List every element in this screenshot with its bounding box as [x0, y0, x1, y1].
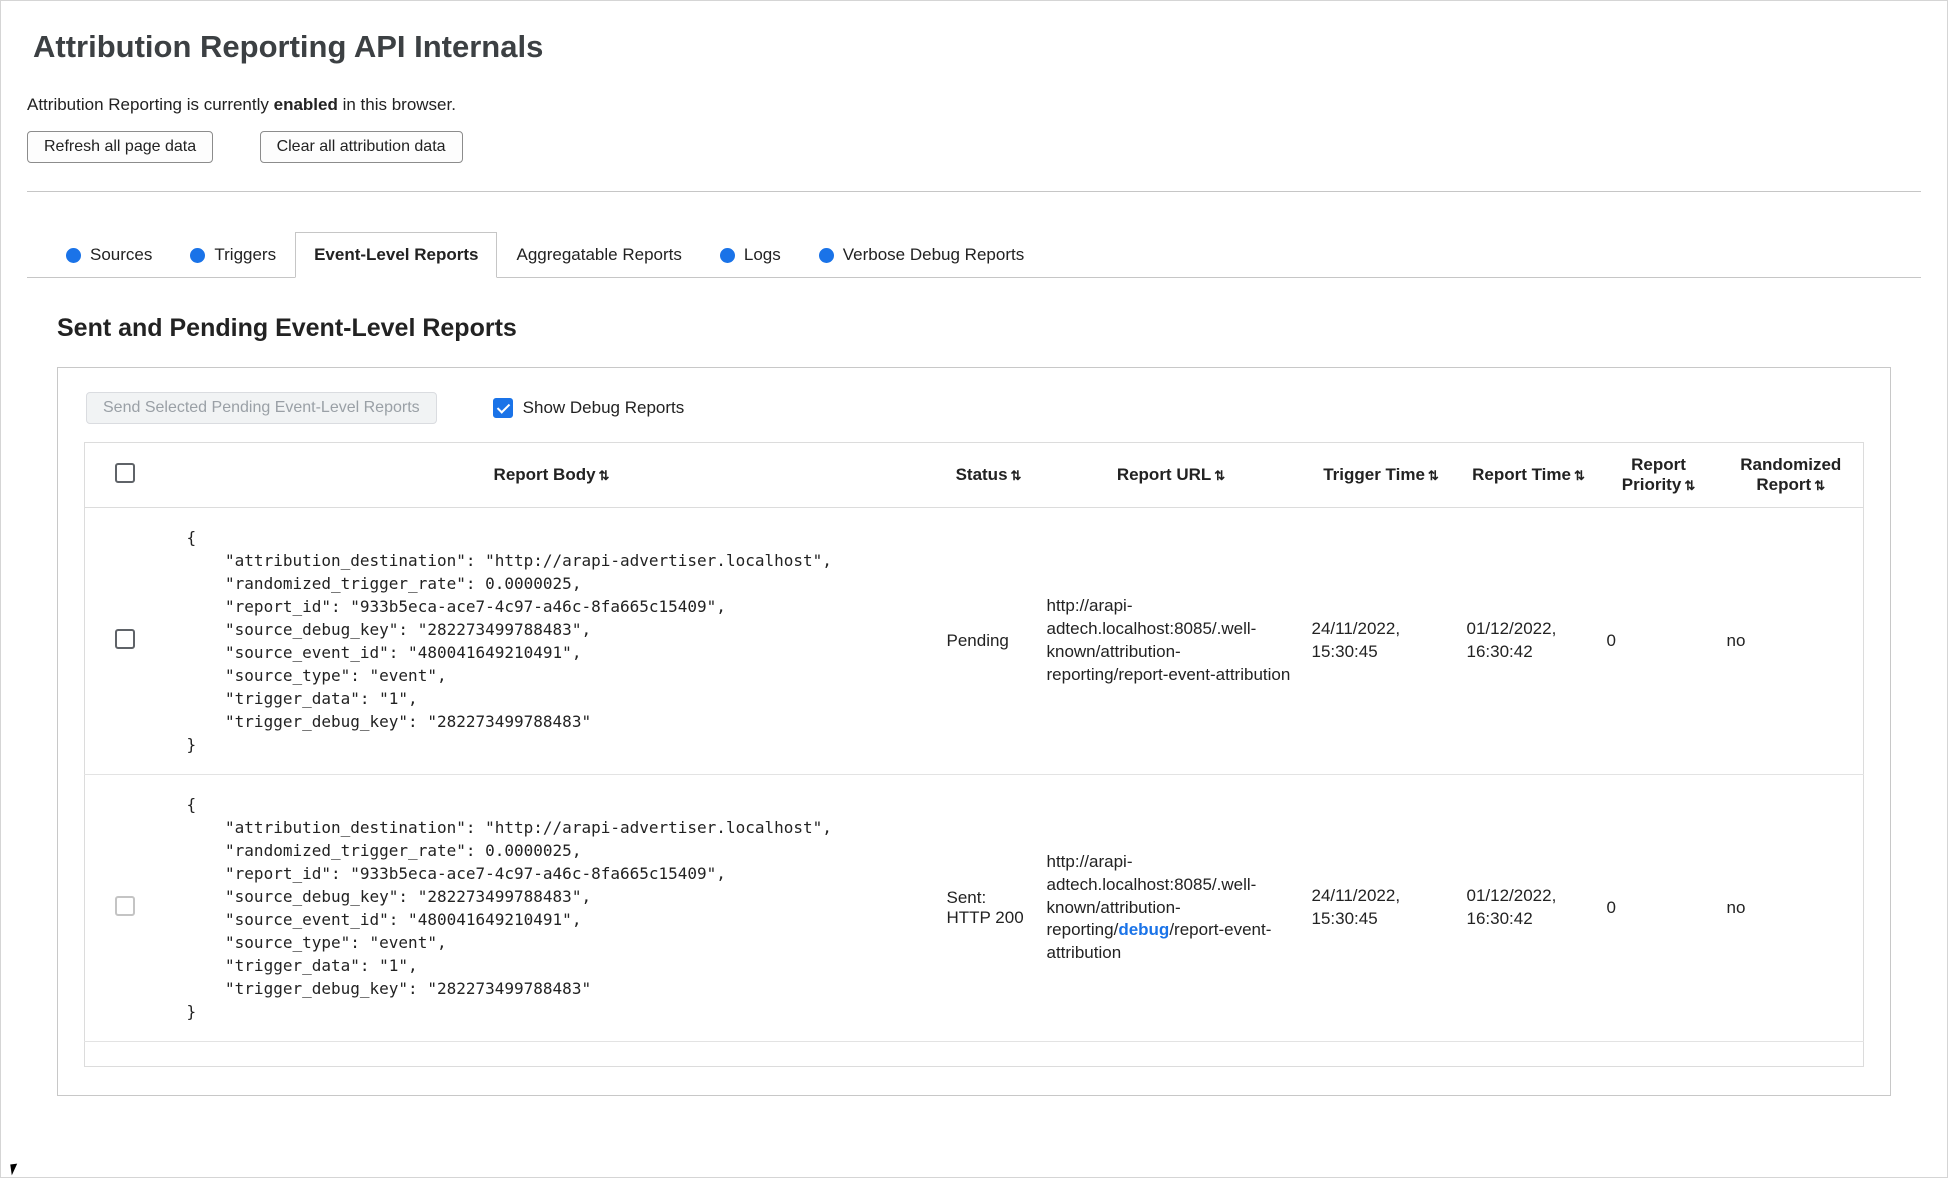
report-body-cell: { "attribution_destination": "http://ara…: [165, 775, 939, 1042]
tab-strip: Sources Triggers Event-Level Reports Agg…: [27, 232, 1921, 278]
tab-label: Triggers: [214, 245, 277, 264]
status-cell: Pending: [946, 631, 1009, 650]
randomized-report-cell: no: [1726, 898, 1746, 917]
report-url-cell: http://arapi-adtech.localhost:8085/.well…: [1039, 775, 1304, 1042]
send-selected-reports-button[interactable]: Send Selected Pending Event-Level Report…: [86, 392, 437, 424]
row-select-cell: [85, 775, 165, 1042]
tab-label: Verbose Debug Reports: [842, 245, 1025, 264]
trigger-time-cell: 24/11/2022, 15:30:45: [1311, 619, 1401, 661]
col-header-label: Status: [955, 465, 1008, 484]
tab-label: Event-Level Reports: [314, 245, 479, 264]
top-actions: Refresh all page data Clear all attribut…: [27, 131, 1921, 163]
table-footer-row: [85, 1042, 1864, 1067]
page-title: Attribution Reporting API Internals: [33, 29, 544, 64]
tab-logs[interactable]: Logs: [701, 232, 800, 277]
status-text-prefix: Attribution Reporting is currently: [27, 95, 274, 114]
attribution-internals-page: Attribution Reporting API Internals Attr…: [0, 0, 1948, 1178]
trigger-time-cell: 24/11/2022, 15:30:45: [1311, 886, 1401, 928]
col-header-label: Report URL: [1116, 465, 1212, 484]
select-all-checkbox[interactable]: [114, 462, 135, 483]
col-header-trigger-time[interactable]: Trigger Time ⇅: [1303, 442, 1459, 508]
report-body-json: { "attribution_destination": "http://ara…: [186, 795, 832, 1021]
tab-verbose-debug-reports[interactable]: Verbose Debug Reports: [800, 232, 1043, 277]
row-select-checkbox-disabled: [114, 895, 135, 916]
divider: [27, 191, 1921, 192]
report-time-cell: 01/12/2022, 16:30:42: [1466, 886, 1557, 928]
col-header-label: Report Priority: [1621, 455, 1686, 494]
tab-label: Aggregatable Reports: [516, 245, 682, 264]
sort-toggle-icon: ⇅: [1684, 478, 1696, 493]
status-text-suffix: in this browser.: [337, 95, 456, 114]
report-time-cell: 01/12/2022, 16:30:42: [1466, 619, 1557, 661]
report-body-json: { "attribution_destination": "http://ara…: [186, 528, 832, 754]
tab-triggers[interactable]: Triggers: [171, 232, 295, 277]
table-footer-spacer: [85, 1042, 1864, 1067]
sort-toggle-icon: ⇅: [1573, 468, 1585, 483]
col-header-report-time[interactable]: Report Time ⇅: [1458, 442, 1599, 508]
clear-all-attribution-data-button[interactable]: Clear all attribution data: [259, 131, 463, 163]
report-priority-cell: 0: [1606, 631, 1616, 650]
sort-toggle-icon: ⇅: [1814, 478, 1826, 493]
status-cell: Sent: HTTP 200: [946, 888, 1024, 927]
notification-dot-icon: [66, 247, 81, 263]
col-header-status[interactable]: Status ⇅: [938, 442, 1039, 508]
notification-dot-icon: [190, 247, 206, 263]
section-heading: Sent and Pending Event-Level Reports: [57, 314, 517, 342]
report-url-cell: http://arapi-adtech.localhost:8085/.well…: [1039, 508, 1304, 775]
select-all-header[interactable]: [84, 442, 165, 508]
tab-label: Sources: [90, 245, 153, 264]
mouse-cursor-icon: [10, 1163, 19, 1176]
debug-url-segment: debug: [1118, 920, 1170, 940]
col-header-label: Randomized Report: [1740, 455, 1842, 494]
report-url-text: report-event-attribution: [1118, 664, 1291, 684]
col-header-label: Report Body: [493, 465, 596, 484]
col-header-report-body[interactable]: Report Body ⇅: [164, 442, 939, 508]
status-enabled-text: enabled: [273, 95, 338, 114]
report-row-sent: { "attribution_destination": "http://ara…: [84, 775, 1864, 1042]
tab-label: Logs: [743, 245, 781, 264]
status-line: Attribution Reporting is currently enabl…: [27, 95, 1921, 115]
panel-toolbar: Send Selected Pending Event-Level Report…: [86, 392, 1862, 424]
report-row-pending: { "attribution_destination": "http://ara…: [84, 508, 1864, 775]
table-header-row: Report Body ⇅ Status ⇅ Report URL ⇅ Trigger…: [84, 442, 1864, 508]
tab-sources[interactable]: Sources: [47, 232, 171, 277]
col-header-report-priority[interactable]: Report Priority ⇅: [1598, 442, 1719, 508]
show-debug-reports-toggle[interactable]: Show Debug Reports: [492, 398, 685, 418]
sort-toggle-icon: ⇅: [1214, 468, 1226, 483]
event-level-reports-table: Report Body ⇅ Status ⇅ Report URL ⇅ Trigger…: [84, 442, 1864, 1067]
show-debug-reports-checkbox[interactable]: [492, 398, 513, 418]
col-header-label: Report Time: [1472, 465, 1571, 484]
report-priority-cell: 0: [1606, 898, 1616, 917]
report-body-cell: { "attribution_destination": "http://ara…: [165, 508, 939, 775]
row-select-cell: [85, 508, 165, 775]
notification-dot-icon: [818, 247, 834, 263]
sort-toggle-icon: ⇅: [598, 468, 610, 483]
col-header-label: Trigger Time: [1323, 465, 1425, 484]
reports-panel: Send Selected Pending Event-Level Report…: [57, 367, 1891, 1096]
notification-dot-icon: [719, 247, 735, 263]
refresh-all-page-data-button[interactable]: Refresh all page data: [27, 131, 214, 163]
col-header-report-url[interactable]: Report URL ⇅: [1038, 442, 1304, 508]
randomized-report-cell: no: [1726, 631, 1746, 650]
sort-toggle-icon: ⇅: [1010, 468, 1022, 483]
sort-toggle-icon: ⇅: [1427, 468, 1439, 483]
row-select-checkbox[interactable]: [114, 628, 135, 649]
tab-event-level-reports[interactable]: Event-Level Reports: [295, 232, 498, 278]
show-debug-reports-label: Show Debug Reports: [522, 398, 685, 417]
col-header-randomized-report[interactable]: Randomized Report ⇅: [1718, 442, 1864, 508]
tab-aggregatable-reports[interactable]: Aggregatable Reports: [497, 232, 700, 277]
